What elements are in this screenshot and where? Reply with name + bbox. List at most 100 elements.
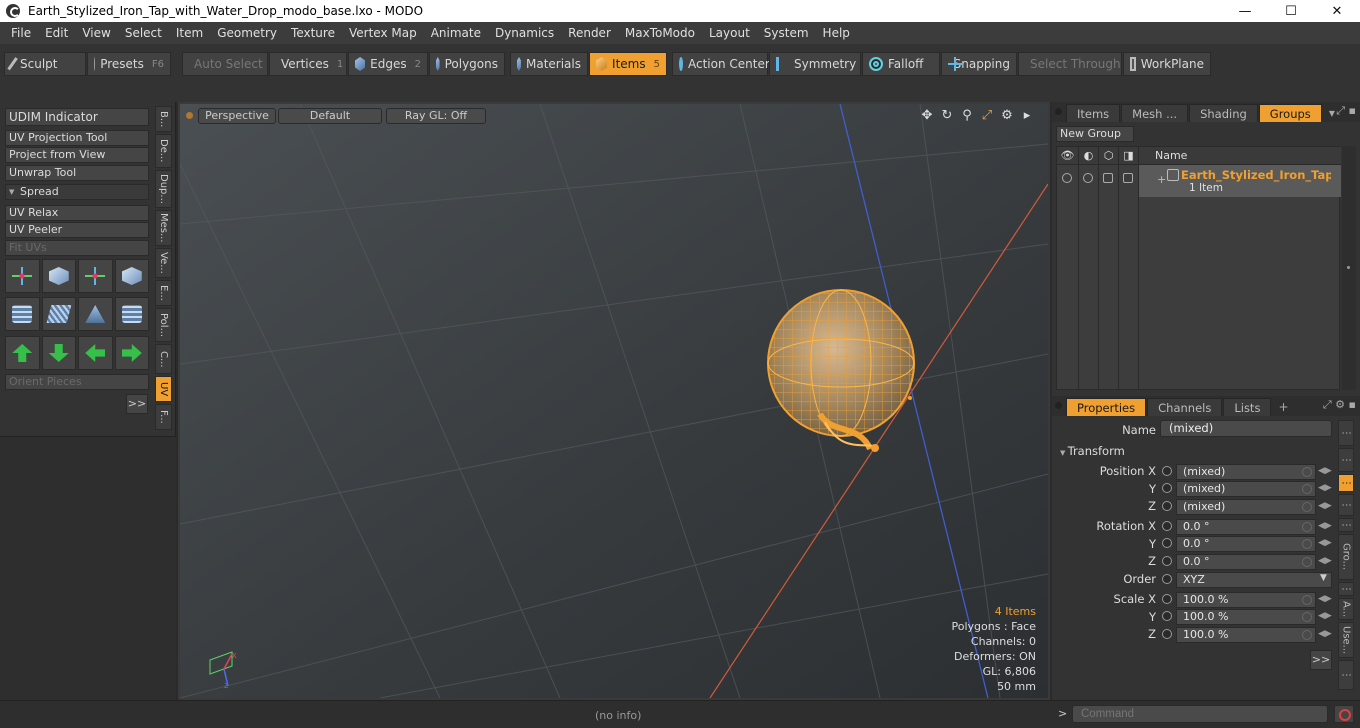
- edges-button[interactable]: Edges 2: [348, 52, 428, 76]
- side-tab-4[interactable]: ⋮: [1338, 518, 1354, 532]
- sculpt-button[interactable]: Sculpt: [4, 52, 86, 76]
- tabs-dropdown-icon[interactable]: ▾: [1329, 104, 1335, 122]
- rotation-y-field[interactable]: 0.0 °: [1176, 536, 1316, 552]
- align-right-button[interactable]: [114, 336, 149, 370]
- menu-view[interactable]: View: [75, 22, 117, 44]
- side-tab-user[interactable]: Use...: [1338, 622, 1354, 658]
- tab-properties[interactable]: Properties: [1066, 398, 1147, 416]
- position-y-field[interactable]: (mixed): [1176, 481, 1316, 497]
- uv-projection-tool-button[interactable]: UV Projection Tool: [5, 130, 149, 146]
- side-tab-active[interactable]: ⋮: [1338, 474, 1354, 492]
- expand-row-icon[interactable]: +: [1157, 173, 1166, 186]
- position-z-reset-icon[interactable]: [1302, 502, 1312, 512]
- rotation-z-reset-icon[interactable]: [1302, 557, 1312, 567]
- rotation-z-field[interactable]: 0.0 °: [1176, 554, 1316, 570]
- close-button[interactable]: ✕: [1314, 0, 1360, 22]
- viewport-settings-icon[interactable]: ⚙: [1000, 108, 1014, 123]
- unwrap-tool-button[interactable]: Unwrap Tool: [5, 165, 149, 181]
- order-anim-toggle[interactable]: [1162, 574, 1172, 584]
- menu-geometry[interactable]: Geometry: [210, 22, 284, 44]
- menu-maxtomodo[interactable]: MaxToModo: [618, 22, 702, 44]
- order-dropdown[interactable]: XYZ: [1176, 572, 1332, 588]
- vtab-mesh-edit[interactable]: Mes...: [155, 210, 172, 246]
- pan-icon[interactable]: ✥: [920, 108, 934, 123]
- rotation-y-anim-toggle[interactable]: [1162, 538, 1172, 548]
- orbit-icon[interactable]: ↻: [940, 108, 954, 123]
- menu-edit[interactable]: Edit: [38, 22, 75, 44]
- menu-layout[interactable]: Layout: [702, 22, 757, 44]
- tab-lists[interactable]: Lists: [1223, 398, 1272, 416]
- menu-select[interactable]: Select: [118, 22, 169, 44]
- group-row[interactable]: + Earth_Stylized_Iron_Tap ... 1 Item: [1139, 165, 1341, 197]
- perspective-dropdown[interactable]: Perspective: [198, 108, 276, 124]
- scale-x-reset-icon[interactable]: [1302, 595, 1312, 605]
- uv-move-tool[interactable]: [78, 259, 113, 293]
- symmetry-button[interactable]: Symmetry: [769, 52, 861, 76]
- name-field[interactable]: (mixed): [1160, 420, 1332, 437]
- scale-z-arrows-icon[interactable]: ◀▶: [1318, 629, 1332, 639]
- position-x-anim-toggle[interactable]: [1162, 466, 1172, 476]
- tab-channels[interactable]: Channels: [1147, 398, 1223, 416]
- scale-y-reset-icon[interactable]: [1302, 612, 1312, 622]
- position-z-arrows-icon[interactable]: ◀▶: [1318, 501, 1332, 511]
- position-x-field[interactable]: (mixed): [1176, 464, 1316, 480]
- rotation-x-field[interactable]: 0.0 °: [1176, 519, 1316, 535]
- rotation-y-reset-icon[interactable]: [1302, 539, 1312, 549]
- menu-file[interactable]: File: [4, 22, 38, 44]
- menu-texture[interactable]: Texture: [284, 22, 342, 44]
- items-button[interactable]: Items 5: [589, 52, 667, 76]
- auto-select-button[interactable]: Auto Select: [182, 52, 268, 76]
- panel-maximize-icon[interactable]: ⤢ ▪: [1336, 104, 1356, 118]
- transform-section-header[interactable]: Transform: [1060, 444, 1125, 458]
- row-lock-icon[interactable]: [1103, 173, 1113, 183]
- menu-system[interactable]: System: [757, 22, 816, 44]
- position-x-reset-icon[interactable]: [1302, 467, 1312, 477]
- properties-panel-dot[interactable]: [1055, 402, 1062, 409]
- action-center-button[interactable]: Action Center: [672, 52, 770, 76]
- polygons-button[interactable]: Polygons: [429, 52, 505, 76]
- vertices-button[interactable]: Vertices 1: [269, 52, 347, 76]
- visibility-column-icon[interactable]: 👁: [1057, 147, 1079, 165]
- command-input[interactable]: [1072, 705, 1328, 723]
- select-through-button[interactable]: Select Through: [1018, 52, 1122, 76]
- uv-peeler-button[interactable]: UV Peeler: [5, 222, 149, 238]
- scale-z-anim-toggle[interactable]: [1162, 629, 1172, 639]
- uv-box-tool[interactable]: [114, 259, 149, 293]
- menu-item[interactable]: Item: [169, 22, 210, 44]
- tab-items[interactable]: Items: [1066, 104, 1121, 122]
- presets-button[interactable]: Presets F6: [87, 52, 171, 76]
- side-tab-groups[interactable]: Gro...: [1338, 534, 1354, 580]
- scale-y-field[interactable]: 100.0 %: [1176, 609, 1316, 625]
- snapping-button[interactable]: Snapping: [941, 52, 1017, 76]
- align-up-button[interactable]: [5, 336, 40, 370]
- uv-pyramid-tool[interactable]: [78, 297, 113, 331]
- vtab-edge[interactable]: E...: [155, 280, 172, 306]
- falloff-button[interactable]: Falloff: [862, 52, 940, 76]
- properties-maximize-icon[interactable]: ⤢ ⚙ ▪: [1323, 398, 1356, 412]
- raygl-toggle[interactable]: Ray GL: Off: [386, 108, 486, 124]
- tab-groups[interactable]: Groups: [1258, 104, 1322, 122]
- viewport-expand-icon[interactable]: ▸: [1020, 108, 1034, 123]
- position-x-arrows-icon[interactable]: ◀▶: [1318, 466, 1332, 476]
- vtab-vertex[interactable]: Ve...: [155, 248, 172, 278]
- tab-shading[interactable]: Shading: [1189, 104, 1258, 122]
- uv-relax-button[interactable]: UV Relax: [5, 205, 149, 221]
- side-tab-5[interactable]: ⋮: [1338, 582, 1354, 596]
- row-visibility-icon[interactable]: [1062, 173, 1072, 183]
- scale-z-reset-icon[interactable]: [1302, 630, 1312, 640]
- maximize-button[interactable]: ☐: [1268, 0, 1314, 22]
- orient-pieces-button[interactable]: Orient Pieces: [5, 374, 149, 390]
- command-stop-button[interactable]: [1334, 705, 1354, 723]
- render-column-icon[interactable]: ◐: [1079, 147, 1099, 165]
- viewport-options-dot[interactable]: [186, 112, 193, 119]
- scale-x-anim-toggle[interactable]: [1162, 594, 1172, 604]
- zoom-icon[interactable]: ⚲: [960, 108, 974, 123]
- lock-column-icon[interactable]: ⬡: [1099, 147, 1119, 165]
- rotation-x-arrows-icon[interactable]: ◀▶: [1318, 521, 1332, 531]
- vtab-deform[interactable]: De...: [155, 134, 172, 168]
- minimize-button[interactable]: —: [1222, 0, 1268, 22]
- side-tab-a[interactable]: A...: [1338, 598, 1354, 620]
- panel-dot[interactable]: [1055, 108, 1062, 115]
- position-z-field[interactable]: (mixed): [1176, 499, 1316, 515]
- scale-x-field[interactable]: 100.0 %: [1176, 592, 1316, 608]
